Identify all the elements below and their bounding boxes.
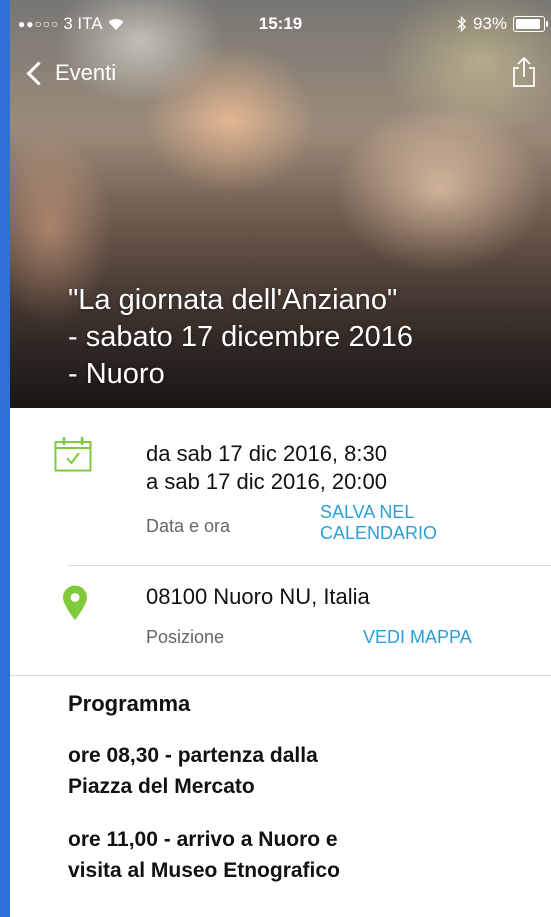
- program-item: ore 08,30 - partenza dalla Piazza del Me…: [68, 744, 318, 798]
- event-hero-image: ●●○○○ 3 ITA 15:19 93% Eventi "La giornat…: [10, 0, 551, 408]
- program-item: ore 11,00 - arrivo a Nuoro e visita al M…: [68, 828, 340, 882]
- battery-icon: [513, 16, 548, 32]
- program-section: Programma ore 08,30 - partenza dalla Pia…: [68, 690, 538, 886]
- event-title: "La giornata dell'Anziano" - sabato 17 d…: [68, 282, 528, 393]
- divider: [10, 675, 551, 676]
- event-title-line: - sabato 17 dicembre 2016: [68, 321, 413, 353]
- back-button[interactable]: Eventi: [26, 60, 116, 86]
- view-map-button[interactable]: VEDI MAPPA: [363, 627, 472, 648]
- divider: [68, 565, 551, 566]
- bluetooth-icon: [457, 16, 466, 32]
- location-section: 08100 Nuoro NU, Italia Posizione VEDI MA…: [10, 567, 551, 676]
- share-icon[interactable]: [511, 56, 537, 88]
- event-title-line: - Nuoro: [68, 358, 165, 390]
- event-address: 08100 Nuoro NU, Italia: [146, 584, 370, 609]
- back-label: Eventi: [55, 60, 117, 85]
- save-to-calendar-button[interactable]: SALVA NEL CALENDARIO: [320, 502, 437, 544]
- chevron-left-icon: [26, 60, 51, 86]
- date-time-section: da sab 17 dic 2016, 8:30 a sab 17 dic 20…: [10, 408, 551, 566]
- event-title-line: "La giornata dell'Anziano": [68, 284, 398, 316]
- program-heading: Programma: [68, 691, 191, 716]
- location-label: Posizione: [146, 627, 225, 647]
- app-screen: ●●○○○ 3 ITA 15:19 93% Eventi "La giornat…: [10, 0, 551, 917]
- status-bar: ●●○○○ 3 ITA 15:19 93%: [10, 0, 551, 40]
- date-label: Data e ora: [146, 516, 231, 536]
- event-start: da sab 17 dic 2016, 8:30: [146, 441, 387, 466]
- event-end: a sab 17 dic 2016, 20:00: [146, 469, 387, 494]
- calendar-icon: [54, 437, 92, 472]
- battery-percent: 93%: [472, 14, 507, 33]
- location-pin-icon: [63, 585, 87, 620]
